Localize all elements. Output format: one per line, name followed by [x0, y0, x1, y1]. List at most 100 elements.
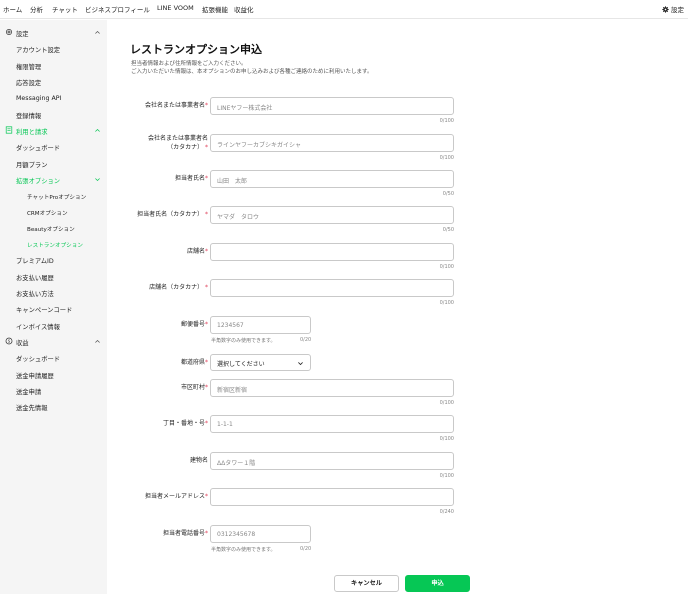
sidebar-item-extension-options[interactable]: 拡張オプション — [0, 173, 107, 187]
nav-business-profile[interactable]: ビジネスプロフィール — [85, 4, 150, 14]
settings-link[interactable]: 設定 — [662, 4, 684, 14]
sidebar-item-label: 送金申請履歴 — [16, 373, 54, 380]
sidebar: 設定 アカウント設定 権限管理 応答設定 Messaging API 登録情報 … — [0, 20, 107, 594]
gear-icon — [6, 29, 12, 35]
sidebar-item-restaurant[interactable]: レストランオプション — [0, 237, 107, 251]
building-input[interactable]: ΔΔタワー１階 — [210, 452, 454, 470]
sidebar-item-label: インボイス情報 — [16, 324, 60, 331]
char-counter: 0/100 — [439, 264, 454, 270]
char-counter: 0/100 — [439, 118, 454, 124]
sidebar-item-label: CRMオプション — [27, 210, 68, 217]
field-label: 会社名または事業者名 （カタカナ） * — [147, 135, 208, 151]
sidebar-item-campaign-code[interactable]: キャンペーンコード — [0, 302, 107, 316]
sidebar-item-revenue-dashboard[interactable]: ダッシュボード — [0, 351, 107, 365]
sidebar-section-label: 収益 — [16, 340, 29, 347]
sidebar-item-remittance-history[interactable]: 送金申請履歴 — [0, 368, 107, 382]
char-counter: 0/100 — [439, 473, 454, 479]
sidebar-item-messaging-api[interactable]: Messaging API — [0, 92, 107, 106]
svg-text:$: $ — [8, 339, 11, 344]
field-label: 担当者氏名（カタカナ） * — [137, 211, 208, 218]
char-counter: 0/20 — [300, 337, 312, 343]
submit-button[interactable]: 申込 — [405, 575, 470, 592]
top-navigation: ホーム 分析 チャット ビジネスプロフィール LINE VOOM 拡張機能 収益… — [0, 0, 688, 19]
sidebar-item-invoice-info[interactable]: インボイス情報 — [0, 319, 107, 333]
sidebar-item-permissions[interactable]: 権限管理 — [0, 59, 107, 73]
sidebar-item-account-settings[interactable]: アカウント設定 — [0, 42, 107, 56]
chevron-down-icon — [95, 178, 100, 182]
char-counter: 0/50 — [442, 227, 454, 233]
company-name-input[interactable]: LINEヤフー株式会社 — [210, 97, 454, 115]
sidebar-section-label: 利用と請求 — [16, 129, 48, 136]
postal-code-input[interactable]: 1234567 — [210, 316, 311, 334]
email-input[interactable] — [210, 488, 454, 506]
field-hint: 半角数字のみ使用できます。 — [211, 338, 276, 344]
settings-label: 設定 — [671, 6, 684, 14]
nav-chat[interactable]: チャット — [52, 4, 78, 14]
nav-line-voom[interactable]: LINE VOOM — [157, 4, 194, 12]
field-label: 都道府県* — [180, 359, 208, 366]
sidebar-item-chat-pro[interactable]: チャットProオプション — [0, 189, 107, 203]
sidebar-item-registration-info[interactable]: 登録情報 — [0, 108, 107, 122]
nav-home[interactable]: ホーム — [3, 4, 22, 14]
sidebar-item-payment-method[interactable]: お支払い方法 — [0, 286, 107, 300]
field-hint: 半角数字のみ使用できます。 — [211, 547, 276, 553]
sidebar-item-label: ダッシュボード — [16, 145, 61, 152]
sidebar-item-remittance-request[interactable]: 送金申請 — [0, 384, 107, 398]
field-label: 担当者氏名* — [174, 175, 208, 182]
chevron-down-icon — [298, 362, 303, 366]
sidebar-section-billing[interactable]: 利用と請求 — [0, 124, 107, 138]
sidebar-item-payment-history[interactable]: お支払い履歴 — [0, 270, 107, 284]
field-label: 建物名 — [189, 457, 208, 464]
cancel-button[interactable]: キャンセル — [334, 575, 399, 592]
chevron-up-icon — [95, 30, 100, 34]
field-label: 担当者メールアドレス* — [144, 493, 208, 500]
char-counter: 0/50 — [442, 191, 454, 197]
nav-analytics[interactable]: 分析 — [30, 4, 43, 14]
city-input[interactable]: 新宿区新宿 — [210, 379, 454, 397]
sidebar-item-label: キャンペーンコード — [16, 307, 73, 314]
char-counter: 0/100 — [439, 436, 454, 442]
sidebar-section-revenue[interactable]: $ 収益 — [0, 335, 107, 349]
sidebar-section-settings[interactable]: 設定 — [0, 26, 107, 40]
store-name-input[interactable] — [210, 243, 454, 261]
page-description-line1: 担当者情報および住所情報をご入力ください。 — [131, 61, 247, 67]
field-label: 会社名または事業者名* — [144, 102, 208, 109]
sidebar-item-premium-id[interactable]: プレミアムID — [0, 253, 107, 267]
page-description-line2: ご入力いただいた情報は、本オプションのお申し込みおよび各種ご連絡のために利用いた… — [131, 69, 373, 75]
contact-kana-input[interactable]: ヤマダ タロウ — [210, 206, 454, 224]
nav-extensions[interactable]: 拡張機能 — [202, 4, 228, 14]
sidebar-item-label: ダッシュボード — [16, 356, 61, 363]
sidebar-item-label: レストランオプション — [27, 242, 83, 249]
sidebar-item-label: お支払い方法 — [16, 291, 54, 298]
sidebar-item-dashboard[interactable]: ダッシュボード — [0, 140, 107, 154]
nav-monetization[interactable]: 収益化 — [234, 4, 254, 14]
sidebar-item-label: 拡張オプション — [16, 178, 61, 185]
field-label: 郵便番号* — [180, 321, 208, 328]
sidebar-item-label: Beautyオプション — [27, 226, 75, 233]
char-counter: 0/100 — [439, 155, 454, 161]
prefecture-select[interactable]: 選択してください — [210, 354, 311, 371]
field-label: 丁目・番地・号* — [162, 420, 208, 427]
sidebar-item-label: 月額プラン — [16, 162, 48, 169]
sidebar-item-monthly-plan[interactable]: 月額プラン — [0, 157, 107, 171]
sidebar-item-beauty[interactable]: Beautyオプション — [0, 221, 107, 235]
char-counter: 0/240 — [439, 509, 454, 515]
sidebar-item-response-settings[interactable]: 応答設定 — [0, 75, 107, 89]
sidebar-item-remittance-destination[interactable]: 送金先情報 — [0, 400, 107, 414]
field-label: 店舗名* — [186, 248, 208, 255]
phone-input[interactable]: 0312345678 — [210, 525, 311, 543]
sidebar-item-label: 権限管理 — [16, 64, 42, 71]
company-kana-input[interactable]: ラインヤフーカブシキガイシャ — [210, 134, 454, 152]
sidebar-item-label: プレミアムID — [16, 258, 54, 265]
sidebar-item-label: 送金申請 — [16, 389, 42, 396]
sidebar-item-crm[interactable]: CRMオプション — [0, 205, 107, 219]
page-title: レストランオプション申込 — [130, 43, 262, 56]
contact-name-input[interactable]: 山田 太郎 — [210, 170, 454, 188]
sidebar-section-label: 設定 — [16, 31, 29, 38]
billing-icon — [5, 126, 13, 134]
store-kana-input[interactable] — [210, 279, 454, 297]
address-input[interactable]: 1-1-1 — [210, 415, 454, 433]
char-counter: 0/20 — [300, 546, 312, 552]
sidebar-item-label: 登録情報 — [16, 113, 42, 120]
select-value: 選択してください — [217, 361, 265, 368]
